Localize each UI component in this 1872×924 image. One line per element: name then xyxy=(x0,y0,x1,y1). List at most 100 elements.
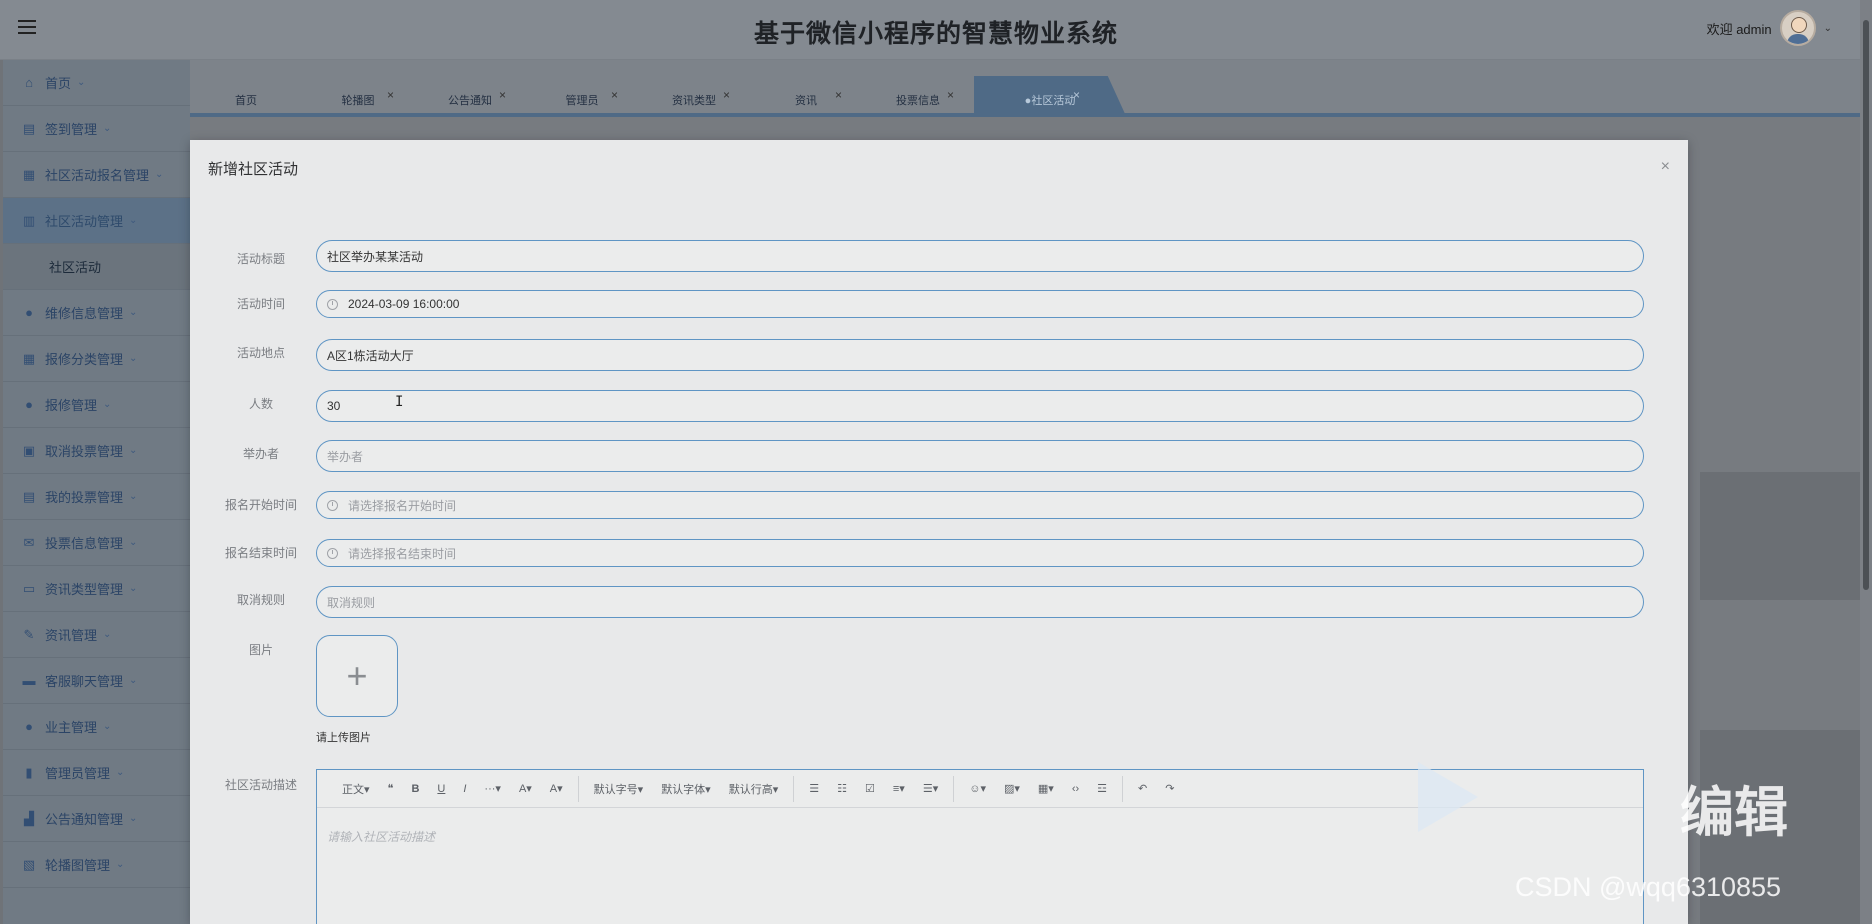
sidebar-item[interactable]: ⌂ 首页 ⌄ xyxy=(3,60,190,106)
sidebar-item[interactable]: ▭ 资讯类型管理 ⌄ xyxy=(3,566,190,612)
toolbar-button[interactable]: ☺▾ xyxy=(960,782,995,795)
sidebar-item[interactable]: ✉ 投票信息管理 ⌄ xyxy=(3,520,190,566)
toolbar-button[interactable]: 正文▾ xyxy=(333,781,379,797)
toolbar-button[interactable]: ↶ xyxy=(1129,782,1156,795)
tab-label: 公告通知 xyxy=(448,95,492,107)
tab[interactable]: 资讯 × xyxy=(750,76,862,116)
chevron-down-icon: ⌄ xyxy=(129,353,138,364)
field-label: 报名开始时间 xyxy=(225,498,298,512)
sidebar-item[interactable]: 社区活动 xyxy=(3,244,190,290)
signup-end-picker[interactable]: 请选择报名结束时间 xyxy=(316,539,1644,567)
toolbar-button[interactable]: ‹› xyxy=(1063,783,1088,795)
sidebar-item[interactable]: ✎ 资讯管理 ⌄ xyxy=(3,612,190,658)
tab[interactable]: 公告通知 × xyxy=(414,76,526,116)
close-icon[interactable]: × xyxy=(947,88,954,102)
toolbar-button[interactable]: ☲ xyxy=(1088,782,1116,795)
toolbar-button[interactable]: ❝ xyxy=(379,782,403,795)
toolbar-button[interactable]: ☷ xyxy=(828,782,856,795)
activity-location-input[interactable]: A区1栋活动大厅 xyxy=(316,339,1644,371)
sidebar-item[interactable]: ▤ 我的投票管理 ⌄ xyxy=(3,474,190,520)
box-icon: ▭ xyxy=(22,580,36,596)
toolbar-button[interactable]: ☰▾ xyxy=(914,782,947,795)
avatar[interactable] xyxy=(1779,10,1816,46)
chevron-down-icon: ⌄ xyxy=(129,537,138,548)
tab[interactable]: ●社区活动 × xyxy=(974,76,1126,116)
toolbar-button[interactable]: ☰ xyxy=(800,782,828,795)
tab[interactable]: 管理员 × xyxy=(526,76,638,116)
activity-title-input[interactable]: 社区举办某某活动 xyxy=(316,240,1644,272)
editor-watermark: 编辑 xyxy=(1680,781,1788,844)
field-label: 活动时间 xyxy=(236,297,285,311)
toolbar-button[interactable]: ≡▾ xyxy=(884,782,914,795)
plus-icon: + xyxy=(346,655,368,696)
sidebar-item[interactable]: ▥ 社区活动管理 ⌄ xyxy=(3,198,190,244)
chevron-down-icon: ⌄ xyxy=(77,77,86,88)
toolbar-button[interactable]: A▾ xyxy=(541,782,572,795)
home-icon: ⌂ xyxy=(25,75,33,90)
tab[interactable]: 资讯类型 × xyxy=(638,76,750,116)
image-upload-button[interactable]: + xyxy=(316,635,398,717)
toolbar-button[interactable]: ···▾ xyxy=(475,782,510,795)
close-icon[interactable]: × xyxy=(1661,158,1670,176)
signup-start-picker[interactable]: 请选择报名开始时间 xyxy=(316,491,1644,519)
scroll-thumb[interactable] xyxy=(1863,20,1869,590)
sidebar-item[interactable]: ● 业主管理 ⌄ xyxy=(3,704,190,750)
sidebar-item-label: 首页 xyxy=(45,76,72,91)
csdn-watermark: CSDN @wqq6310855 xyxy=(1515,872,1782,902)
tab[interactable]: 投票信息 × xyxy=(862,76,974,116)
toolbar-button[interactable]: ☑ xyxy=(856,782,884,795)
tab-label: ●社区活动 xyxy=(1024,95,1076,107)
doc-icon: ▣ xyxy=(22,442,36,458)
toolbar-button[interactable]: A▾ xyxy=(510,782,541,795)
toolbar-button[interactable]: 默认字号▾ xyxy=(585,781,653,797)
activity-time-picker[interactable]: 2024-03-09 16:00:00 xyxy=(316,290,1644,318)
close-icon[interactable]: × xyxy=(835,88,842,102)
toolbar-divider xyxy=(793,775,795,802)
sidebar-item[interactable]: ▮ 管理员管理 ⌄ xyxy=(3,750,190,796)
sidebar-item-label: 资讯管理 xyxy=(45,628,98,643)
cancel-rule-input[interactable]: 取消规则 xyxy=(316,586,1644,618)
close-icon[interactable]: × xyxy=(611,88,618,102)
page-scrollbar[interactable] xyxy=(1860,0,1872,924)
tab[interactable]: 首页 xyxy=(190,76,302,116)
image-icon: ▧ xyxy=(22,856,36,872)
toolbar-button[interactable]: U xyxy=(428,783,454,795)
chevron-down-icon[interactable]: ⌄ xyxy=(1824,23,1832,34)
close-icon[interactable]: × xyxy=(499,88,506,102)
workspace-block xyxy=(1700,472,1860,600)
sidebar-item[interactable]: ▤ 签到管理 ⌄ xyxy=(3,106,190,152)
close-icon[interactable]: × xyxy=(387,88,394,102)
toolbar-button[interactable]: ▨▾ xyxy=(995,782,1029,795)
clock-icon xyxy=(327,499,338,511)
sidebar-item[interactable]: ▦ 报修分类管理 ⌄ xyxy=(3,336,190,382)
sidebar-item[interactable]: ● 维修信息管理 ⌄ xyxy=(3,290,190,336)
sidebar-item[interactable]: ▣ 取消投票管理 ⌄ xyxy=(3,428,190,474)
field-label: 取消规则 xyxy=(236,593,285,607)
toolbar-button[interactable]: ▦▾ xyxy=(1029,782,1063,795)
user-menu[interactable]: 欢迎 admin ⌄ xyxy=(1707,10,1832,46)
close-icon[interactable]: × xyxy=(1073,88,1080,102)
toolbar-divider xyxy=(1122,775,1124,802)
sidebar-item-label: 业主管理 xyxy=(45,720,98,735)
toolbar-button[interactable]: B xyxy=(402,783,428,795)
field-label: 活动标题 xyxy=(236,252,285,266)
sidebar-item[interactable]: ▧ 轮播图管理 ⌄ xyxy=(3,842,190,888)
organizer-input[interactable]: 举办者 xyxy=(316,440,1644,472)
sidebar-item[interactable]: ▦ 社区活动报名管理 ⌄ xyxy=(3,152,190,198)
sidebar-item[interactable]: ▬ 客服聊天管理 ⌄ xyxy=(3,658,190,704)
toolbar-button[interactable]: ↷ xyxy=(1156,782,1183,795)
sidebar-item[interactable]: ▟ 公告通知管理 ⌄ xyxy=(3,796,190,842)
sidebar-item-label: 投票信息管理 xyxy=(45,536,124,551)
people-count-input[interactable]: 30 xyxy=(316,390,1644,422)
toolbar-button[interactable]: I xyxy=(454,783,475,795)
close-icon[interactable]: × xyxy=(723,88,730,102)
upload-hint: 请上传图片 xyxy=(316,732,371,744)
sidebar-item[interactable]: ● 报修管理 ⌄ xyxy=(3,382,190,428)
toolbar-button[interactable]: 默认字体▾ xyxy=(652,781,720,797)
chevron-down-icon: ⌄ xyxy=(129,583,138,594)
tab[interactable]: 轮播图 × xyxy=(302,76,414,116)
chart-icon: ▤ xyxy=(22,120,36,136)
toolbar-button[interactable]: 默认行高▾ xyxy=(720,781,788,797)
chevron-down-icon: ⌄ xyxy=(129,307,138,318)
chevron-down-icon: ⌄ xyxy=(129,215,138,226)
